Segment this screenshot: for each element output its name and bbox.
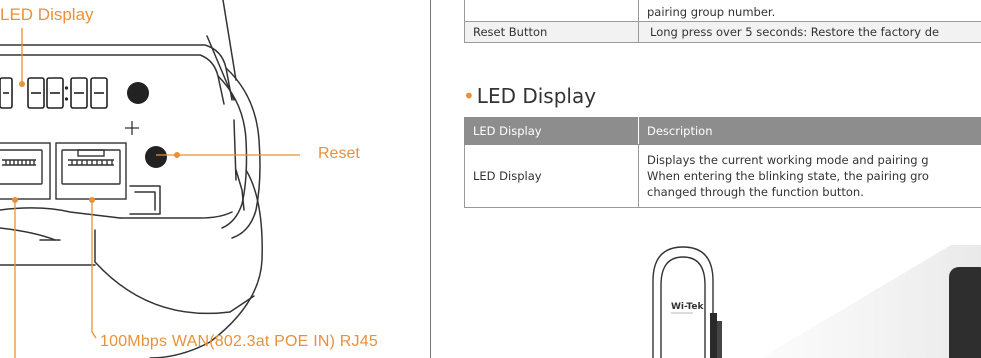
table-cell [464, 0, 639, 22]
led-segment-display [0, 77, 108, 109]
device-illustration-panel: LED Display Reset 100Mbps WAN(802.3at PO… [0, 0, 430, 358]
indicator-led [127, 82, 149, 104]
wan-port [55, 142, 127, 200]
brand-logo: Wi-Tek [671, 302, 704, 312]
reset-button-label: Reset Button [464, 21, 639, 43]
table-row: Reset Button Long press over 5 seconds: … [464, 21, 981, 43]
reset-hole [145, 146, 167, 168]
table-cell: pairing group number. [638, 0, 981, 22]
table-row: pairing group number. [464, 0, 981, 22]
led-display-callout: LED Display [0, 5, 94, 24]
description-line: changed through the function button. [647, 185, 864, 199]
description-line: When entering the blinking state, the pa… [647, 169, 929, 183]
buttons-table: pairing group number. Reset Button Long … [464, 0, 981, 43]
column-header: LED Display [464, 117, 639, 145]
bullet-dot: • [463, 84, 475, 108]
device-product-illustration: Wi-Tek [652, 245, 981, 358]
led-display-name: LED Display [464, 144, 639, 208]
led-display-table: LED Display Description LED Display Disp… [464, 117, 981, 208]
lan-port [0, 142, 51, 200]
reset-callout: Reset [318, 145, 360, 162]
description-line: Displays the current working mode and pa… [647, 153, 929, 167]
manual-page: LED Display Reset 100Mbps WAN(802.3at PO… [0, 0, 981, 358]
second-device [949, 267, 981, 358]
table-row: LED Display Displays the current working… [464, 144, 981, 208]
section-title-text: LED Display [476, 84, 597, 108]
reset-button-description: Long press over 5 seconds: Restore the f… [638, 21, 981, 43]
table-header-row: LED Display Description [464, 117, 981, 145]
device-interior-drawing [0, 0, 300, 358]
wan-port-callout: 100Mbps WAN(802.3at POE IN) RJ45 [100, 333, 378, 350]
column-header: Description [638, 117, 981, 145]
section-title: • LED Display [463, 84, 596, 108]
led-display-description: Displays the current working mode and pa… [638, 144, 981, 208]
